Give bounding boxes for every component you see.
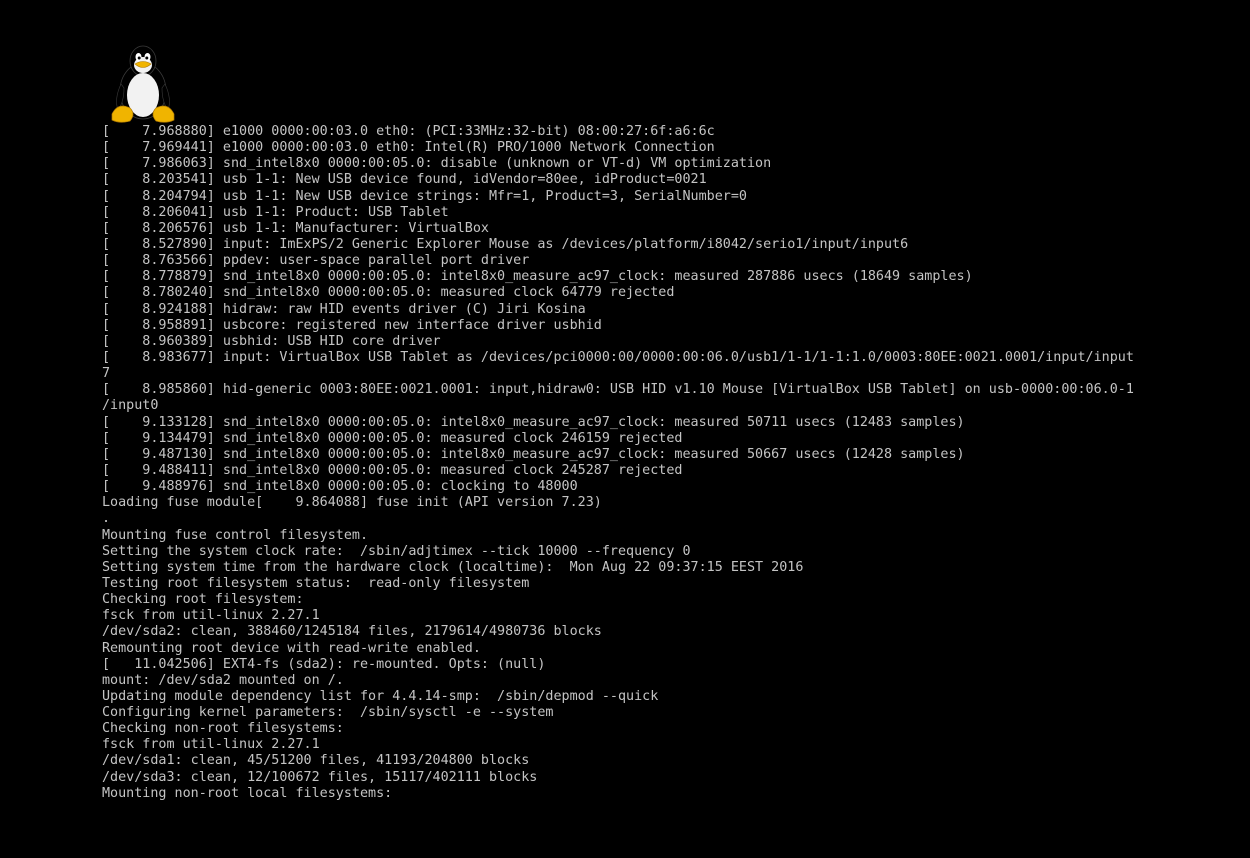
console-line: Loading fuse module[ 9.864088] fuse init…: [102, 495, 602, 511]
console-line: Checking root filesystem:: [102, 592, 304, 608]
console-line: [ 8.203541] usb 1-1: New USB device foun…: [102, 172, 707, 188]
tux-penguin-svg: [111, 45, 175, 123]
console-line: .: [102, 511, 111, 527]
console-line: Updating module dependency list for 4.4.…: [102, 688, 659, 704]
console-line: Setting the system clock rate: /sbin/adj…: [102, 543, 691, 559]
console-line: [ 8.206041] usb 1-1: Product: USB Tablet: [102, 204, 449, 220]
console-line: [ 8.958891] usbcore: registered new inte…: [102, 317, 602, 333]
console-line: [ 9.134479] snd_intel8x0 0000:00:05.0: m…: [102, 430, 683, 446]
console-line: [ 7.968880] e1000 0000:00:03.0 eth0: (PC…: [102, 124, 715, 139]
console-line: [ 9.133128] snd_intel8x0 0000:00:05.0: i…: [102, 414, 965, 430]
console-line: Remounting root device with read-write e…: [102, 640, 481, 656]
console-line: Setting system time from the hardware cl…: [102, 559, 804, 575]
console-line: [ 9.488976] snd_intel8x0 0000:00:05.0: c…: [102, 479, 578, 495]
console-line: [ 8.778879] snd_intel8x0 0000:00:05.0: i…: [102, 269, 973, 285]
console-line: 7: [102, 366, 111, 382]
console-line: mount: /dev/sda2 mounted on /.: [102, 672, 344, 688]
console-line: [ 11.042506] EXT4-fs (sda2): re-mounted.…: [102, 656, 546, 672]
console-line: [ 9.487130] snd_intel8x0 0000:00:05.0: i…: [102, 446, 965, 462]
console-line: Mounting fuse control filesystem.: [102, 527, 369, 543]
console-line: Checking non-root filesystems:: [102, 721, 344, 737]
console-line: [ 8.206576] usb 1-1: Manufacturer: Virtu…: [102, 220, 489, 236]
console-line: [ 8.960389] usbhid: USB HID core driver: [102, 333, 441, 349]
console-line: [ 8.763566] ppdev: user-space parallel p…: [102, 253, 530, 269]
console-line: fsck from util-linux 2.27.1: [102, 608, 320, 624]
console-line: [ 9.488411] snd_intel8x0 0000:00:05.0: m…: [102, 462, 683, 478]
console-line: [ 8.204794] usb 1-1: New USB device stri…: [102, 188, 747, 204]
console-line: fsck from util-linux 2.27.1: [102, 737, 320, 753]
console-line: Testing root filesystem status: read-onl…: [102, 575, 530, 591]
console-line: /dev/sda1: clean, 45/51200 files, 41193/…: [102, 753, 530, 769]
console-line: [ 7.986063] snd_intel8x0 0000:00:05.0: d…: [102, 156, 772, 172]
console-line: /dev/sda2: clean, 388460/1245184 files, …: [102, 624, 602, 640]
console-line: [ 8.985860] hid-generic 0003:80EE:0021.0…: [102, 382, 1134, 398]
console-line: Configuring kernel parameters: /sbin/sys…: [102, 705, 554, 721]
boot-console-screen: [ 7.968880] e1000 0000:00:03.0 eth0: (PC…: [0, 0, 1250, 858]
console-line: /dev/sda3: clean, 12/100672 files, 15117…: [102, 769, 538, 785]
console-output: [ 7.968880] e1000 0000:00:03.0 eth0: (PC…: [102, 124, 1142, 802]
console-line: [ 8.983677] input: VirtualBox USB Tablet…: [102, 349, 1134, 365]
console-line: [ 8.780240] snd_intel8x0 0000:00:05.0: m…: [102, 285, 675, 301]
console-line: [ 8.924188] hidraw: raw HID events drive…: [102, 301, 586, 317]
console-line: [ 8.527890] input: ImExPS/2 Generic Expl…: [102, 236, 909, 252]
tux-penguin-icon: [108, 44, 178, 124]
console-line: [ 7.969441] e1000 0000:00:03.0 eth0: Int…: [102, 140, 715, 156]
console-line: /input0: [102, 398, 159, 414]
console-line: Mounting non-root local filesystems:: [102, 785, 393, 801]
